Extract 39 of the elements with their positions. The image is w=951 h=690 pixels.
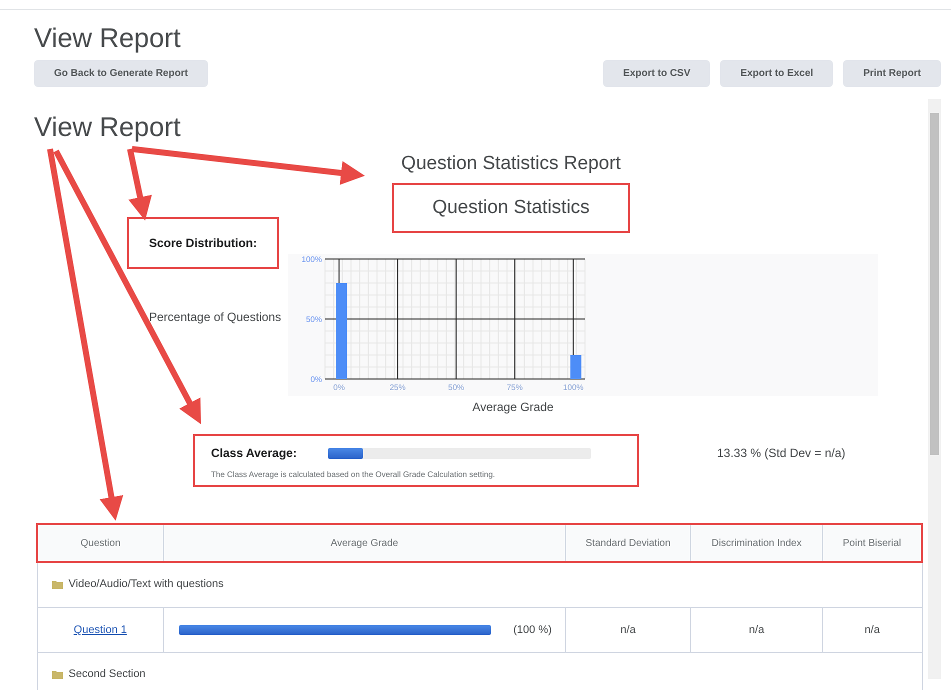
export-button[interactable]: Export to CSV (603, 60, 710, 87)
x-tick-label: 75% (506, 383, 523, 392)
scrollbar[interactable] (928, 99, 941, 679)
chart-bar (570, 355, 582, 379)
y-tick-label: 100% (302, 255, 322, 264)
column-header: Standard Deviation (565, 524, 691, 562)
table-cell: n/a (620, 624, 636, 636)
section-name: Video/Audio/Text with questions (68, 578, 224, 590)
y-axis-label: Percentage of Questions (149, 310, 282, 324)
class-average-label: Class Average: (211, 446, 298, 460)
class-average-note: The Class Average is calculated based on the Overall Grade Calculation setting. (211, 470, 496, 479)
scrollbar-thumb[interactable] (930, 113, 939, 455)
section-name: Second Section (68, 668, 146, 680)
column-header: Question (37, 524, 164, 562)
x-tick-label: 25% (390, 383, 406, 392)
x-axis-label: Average Grade (472, 400, 554, 414)
column-header: Average Grade (164, 524, 566, 562)
x-tick-label: 0% (333, 383, 345, 392)
table-cell: n/a (748, 624, 764, 636)
x-tick-label: 100% (563, 383, 584, 392)
export-button[interactable]: Print Report (843, 60, 941, 87)
report-heading: View Report (34, 111, 182, 143)
y-tick-label: 0% (310, 375, 322, 384)
class-average-reading: 13.33 % (Std Dev = n/a) (717, 446, 846, 460)
column-header: Discrimination Index (690, 524, 822, 562)
section-title: Question Statistics (392, 183, 630, 233)
folder-icon (52, 670, 62, 679)
report-title: Question Statistics Report (401, 153, 621, 175)
column-header: Point Biserial (822, 524, 922, 562)
back-button[interactable]: Go Back to Generate Report (34, 60, 208, 87)
grade-reading: (100 %) (513, 624, 552, 636)
folder-icon (52, 580, 62, 589)
y-tick-label: 50% (306, 315, 322, 324)
x-tick-label: 50% (448, 383, 464, 392)
score-distribution-label: Score Distribution: (127, 217, 280, 269)
question-link[interactable]: Question 1 (74, 624, 127, 636)
page-title: View Report (34, 22, 182, 54)
table-cell: n/a (864, 624, 880, 636)
export-button[interactable]: Export to Excel (720, 60, 834, 87)
